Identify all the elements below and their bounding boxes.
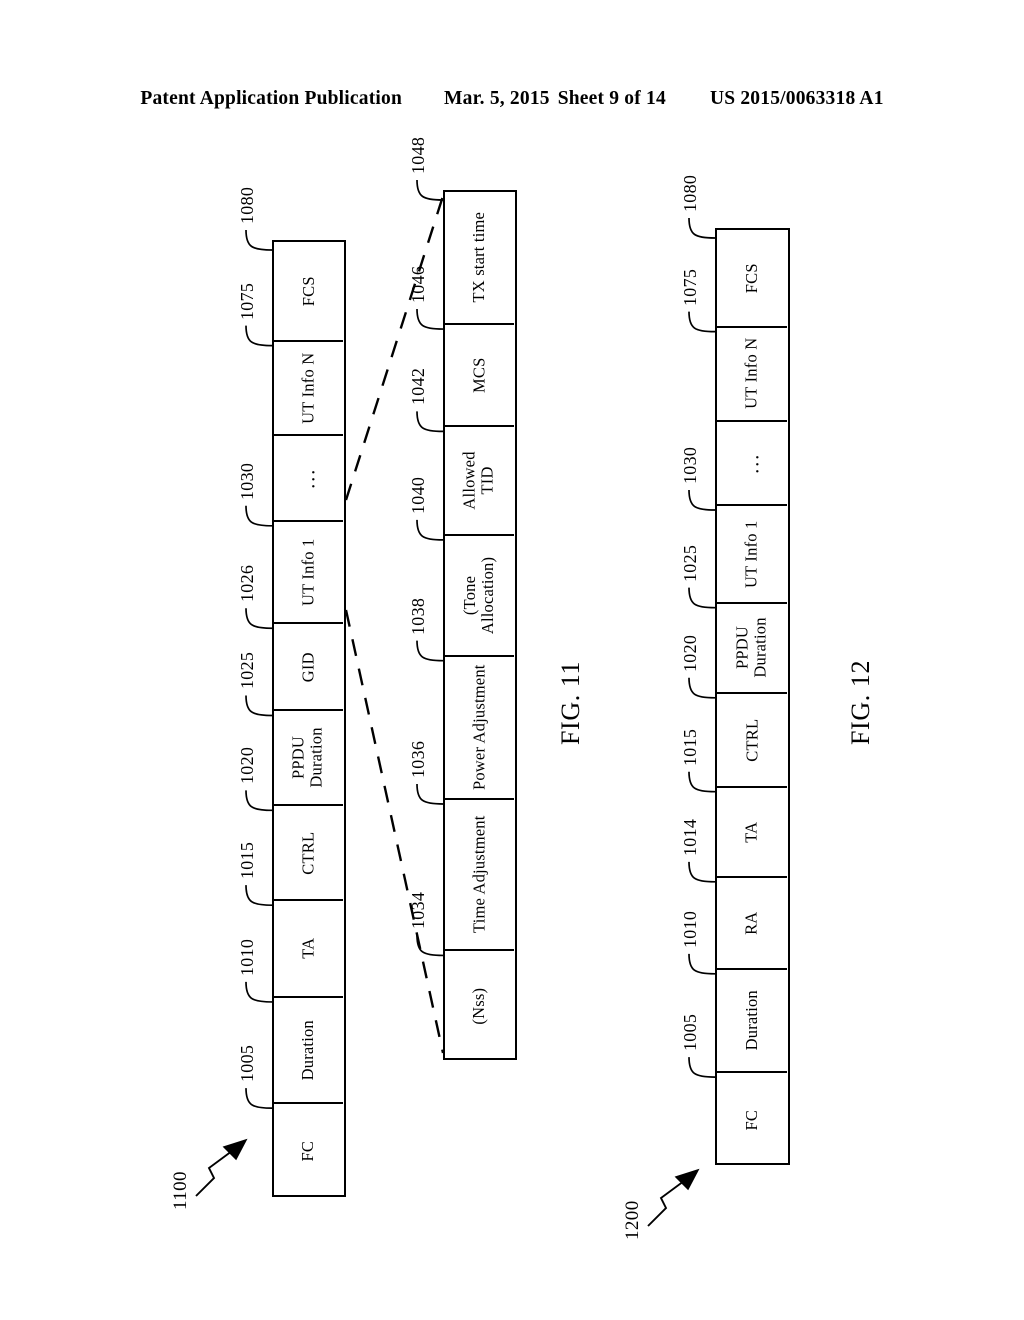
fig12-frame-leader-line <box>688 587 716 609</box>
fig12-frame-leader-line <box>688 1057 716 1078</box>
fig12-frame-leader-line <box>688 490 716 511</box>
fig12-frame-leader-line <box>688 861 716 883</box>
fig12-frame-reference-number: 1075 <box>680 268 700 306</box>
fig12-frame-leader-line <box>688 311 716 333</box>
fig12-frame-reference-number: 1080 <box>680 174 700 212</box>
figure-12: FCS UT Info N... UT Info 1 PPDU Duration CTR… <box>0 0 1024 1320</box>
fig12-frame-reference-number: 1014 <box>680 818 700 856</box>
fig12-frame-reference-number: 1015 <box>680 728 700 766</box>
f12bar-leaders <box>688 217 716 1078</box>
fig12-frame-reference-number: 1005 <box>680 1013 700 1052</box>
fig12-frame-leader-line <box>688 953 716 975</box>
fig12-frame-reference-number: 1010 <box>680 910 700 948</box>
fig12-frame-reference-number: 1025 <box>680 544 700 582</box>
fig12-frame-reference-number: 1020 <box>680 634 700 672</box>
fig12-frame-reference-number: 1030 <box>680 446 700 485</box>
fig12-frame-leader-line <box>688 677 716 699</box>
fig12-frame-leader-line <box>688 771 716 793</box>
fig12-frame-leader-line <box>688 217 716 239</box>
